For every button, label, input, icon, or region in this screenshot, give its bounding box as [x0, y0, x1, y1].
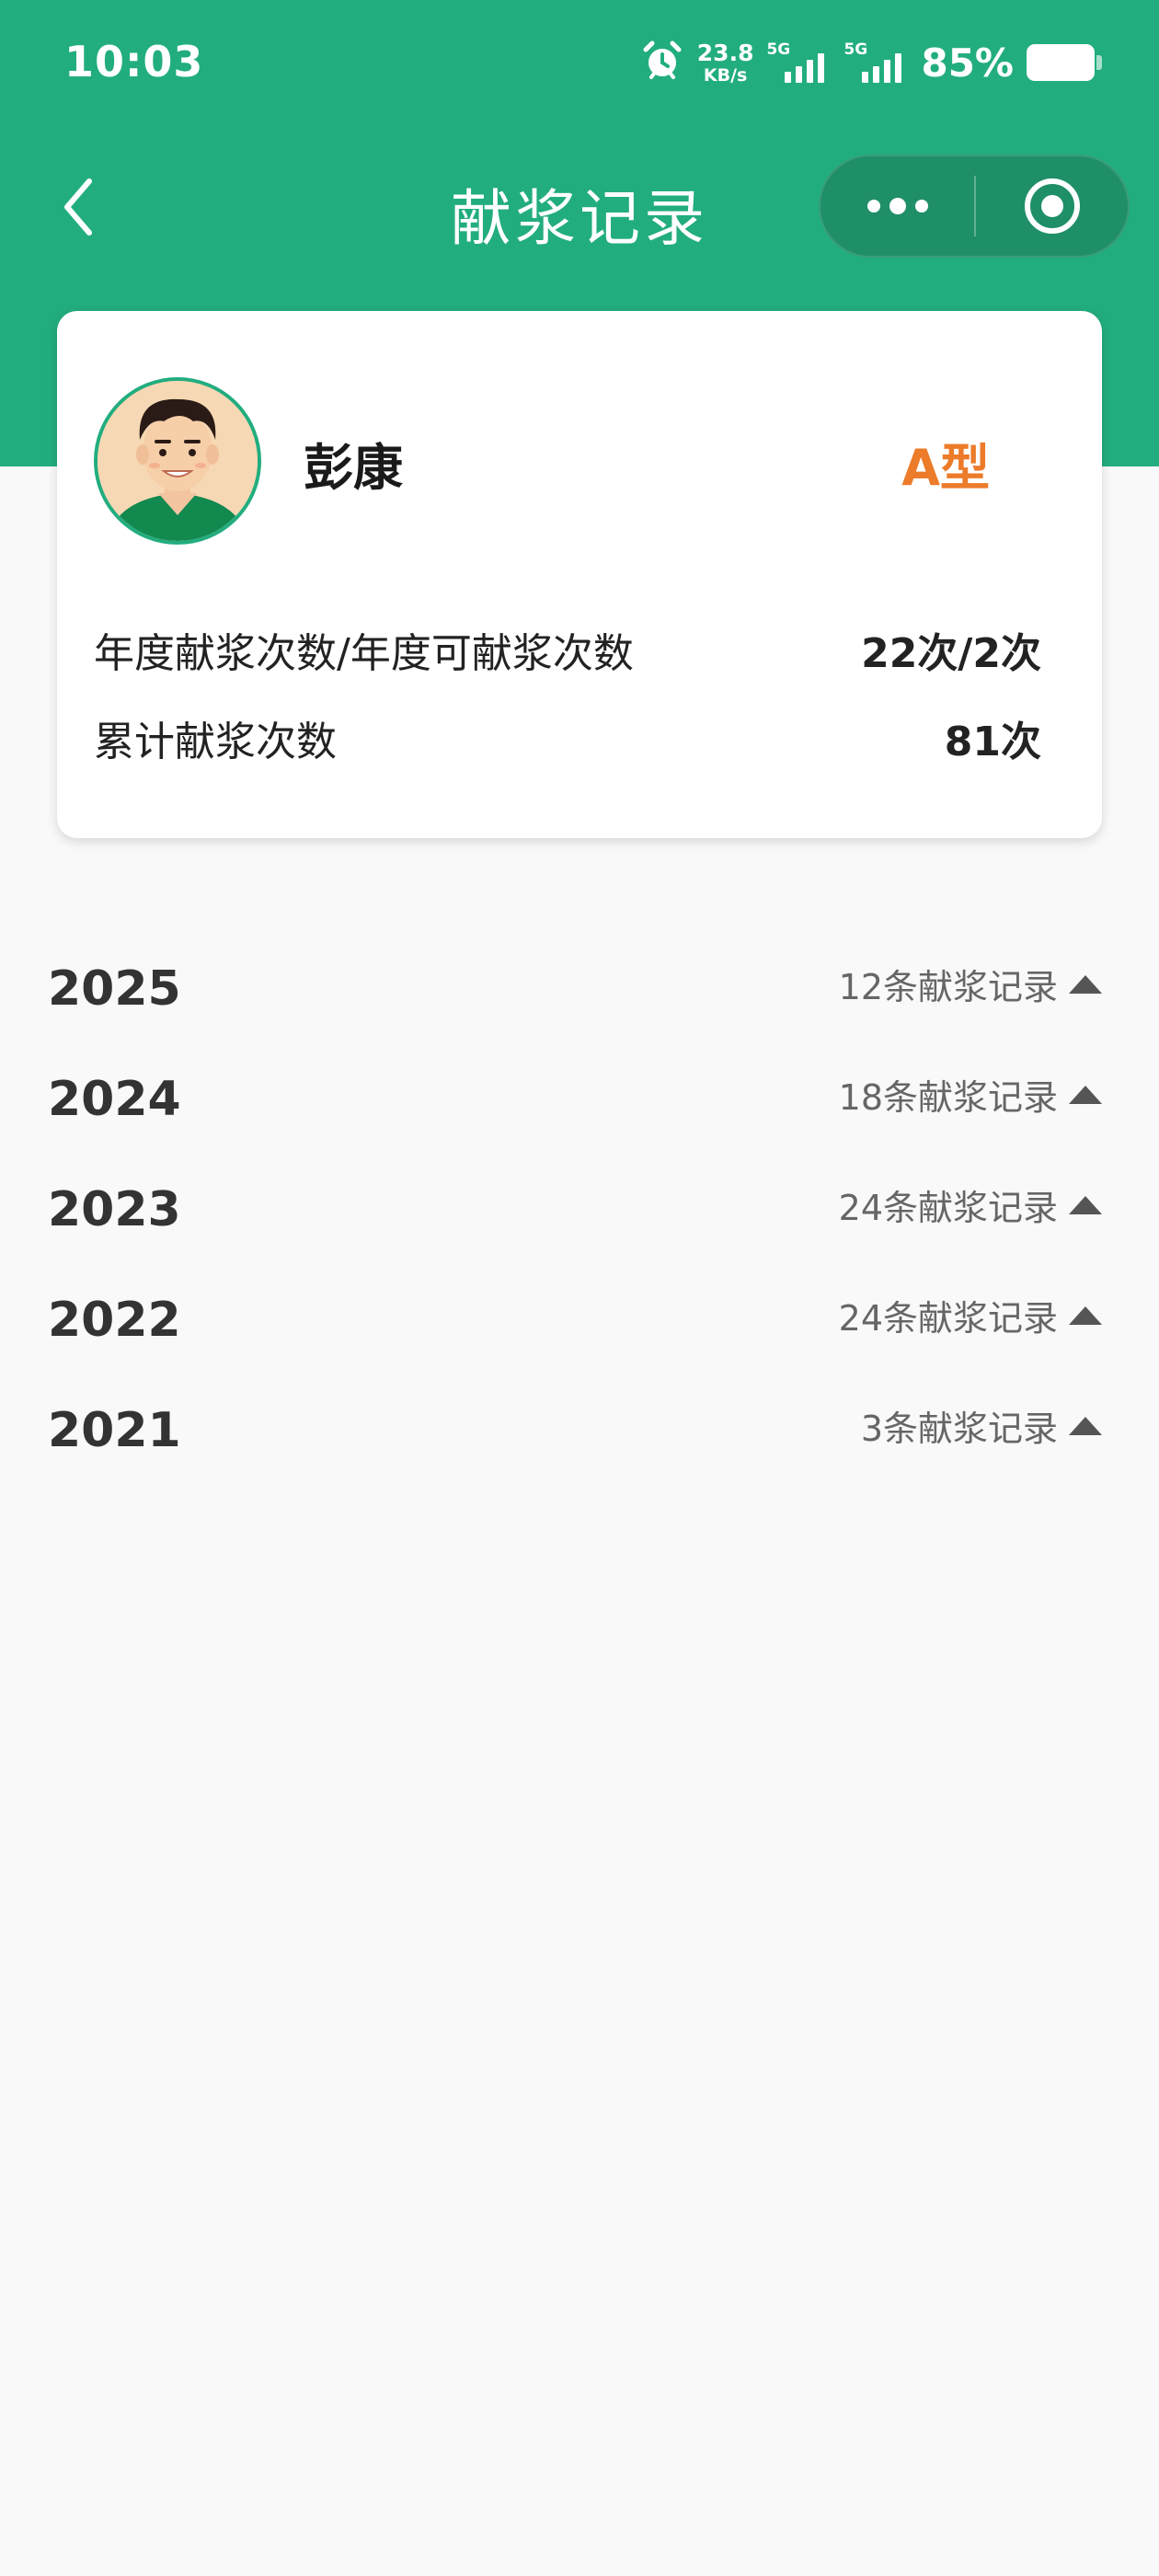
year-label: 2024: [48, 1072, 181, 1127]
status-indicators: 23.8 KB/s 5G 5G 85%: [640, 33, 1102, 92]
record-count: 18条献浆记录: [839, 1069, 1102, 1120]
record-count: 12条献浆记录: [839, 959, 1102, 1009]
record-count-text: 18条献浆记录: [838, 1077, 1058, 1118]
year-row-2022[interactable]: 2022 24条献浆记录: [0, 1279, 1159, 1389]
year-row-2023[interactable]: 2023 24条献浆记录: [0, 1168, 1159, 1279]
more-button[interactable]: [820, 156, 974, 256]
record-count: 24条献浆记录: [839, 1179, 1102, 1230]
miniprogram-capsule: [819, 155, 1130, 258]
status-time: 10:03: [64, 37, 204, 86]
record-count: 3条献浆记录: [861, 1400, 1102, 1451]
donor-name: 彭康: [304, 439, 403, 497]
avatar-illustration: [98, 381, 258, 541]
year-label: 2025: [48, 961, 181, 1017]
annual-donation-label: 年度献浆次数/年度可献浆次数: [94, 630, 634, 677]
caret-up-icon: [1069, 1085, 1102, 1104]
sim1-label: 5G: [766, 40, 791, 59]
year-label: 2023: [48, 1182, 181, 1237]
total-donation-row: 累计献浆次数 81次: [94, 708, 1041, 767]
caret-up-icon: [1069, 1305, 1102, 1325]
annual-donation-value: 22次/2次: [861, 630, 1041, 677]
year-row-2024[interactable]: 2024 18条献浆记录: [0, 1058, 1159, 1168]
year-label: 2022: [48, 1293, 181, 1348]
battery-percent: 85%: [921, 40, 1014, 86]
avatar: [94, 377, 261, 545]
battery-icon: [1027, 44, 1102, 81]
record-count-text: 24条献浆记录: [838, 1298, 1058, 1339]
total-donation-label: 累计献浆次数: [94, 719, 337, 765]
signal-icon-2: 5G: [843, 40, 908, 83]
record-count-text: 12条献浆记录: [838, 967, 1058, 1007]
year-label: 2021: [48, 1403, 181, 1458]
donor-profile-card: 彭康 A型 年度献浆次数/年度可献浆次数 22次/2次 累计献浆次数 81次: [57, 311, 1102, 838]
network-speed-unit: KB/s: [703, 64, 748, 86]
total-donation-value: 81次: [944, 719, 1041, 765]
more-dots-icon: [866, 198, 928, 214]
blood-type: A型: [901, 439, 990, 497]
year-row-2021[interactable]: 2021 3条献浆记录: [0, 1389, 1159, 1500]
alarm-icon: [640, 39, 684, 86]
status-bar: 10:03 23.8 KB/s 5G 5G 85%: [0, 0, 1159, 129]
year-row-2025[interactable]: 2025 12条献浆记录: [0, 948, 1159, 1058]
year-record-list: 2025 12条献浆记录 2024 18条献浆记录 2023 24条献浆记录 2…: [0, 948, 1159, 1500]
nav-bar: 献浆记录: [0, 147, 1159, 267]
close-miniprogram-button[interactable]: [976, 156, 1128, 256]
signal-icon: 5G: [766, 40, 831, 83]
record-count-text: 3条献浆记录: [860, 1409, 1058, 1449]
caret-up-icon: [1069, 974, 1102, 994]
annual-donation-row: 年度献浆次数/年度可献浆次数 22次/2次: [94, 620, 1041, 679]
record-count-text: 24条献浆记录: [838, 1188, 1058, 1228]
close-target-icon: [1024, 178, 1080, 234]
network-speed-value: 23.8: [696, 39, 754, 66]
sim2-label: 5G: [843, 40, 868, 59]
caret-up-icon: [1069, 1195, 1102, 1214]
network-speed: 23.8 KB/s: [697, 41, 754, 85]
record-count: 24条献浆记录: [839, 1290, 1102, 1340]
caret-up-icon: [1069, 1416, 1102, 1435]
